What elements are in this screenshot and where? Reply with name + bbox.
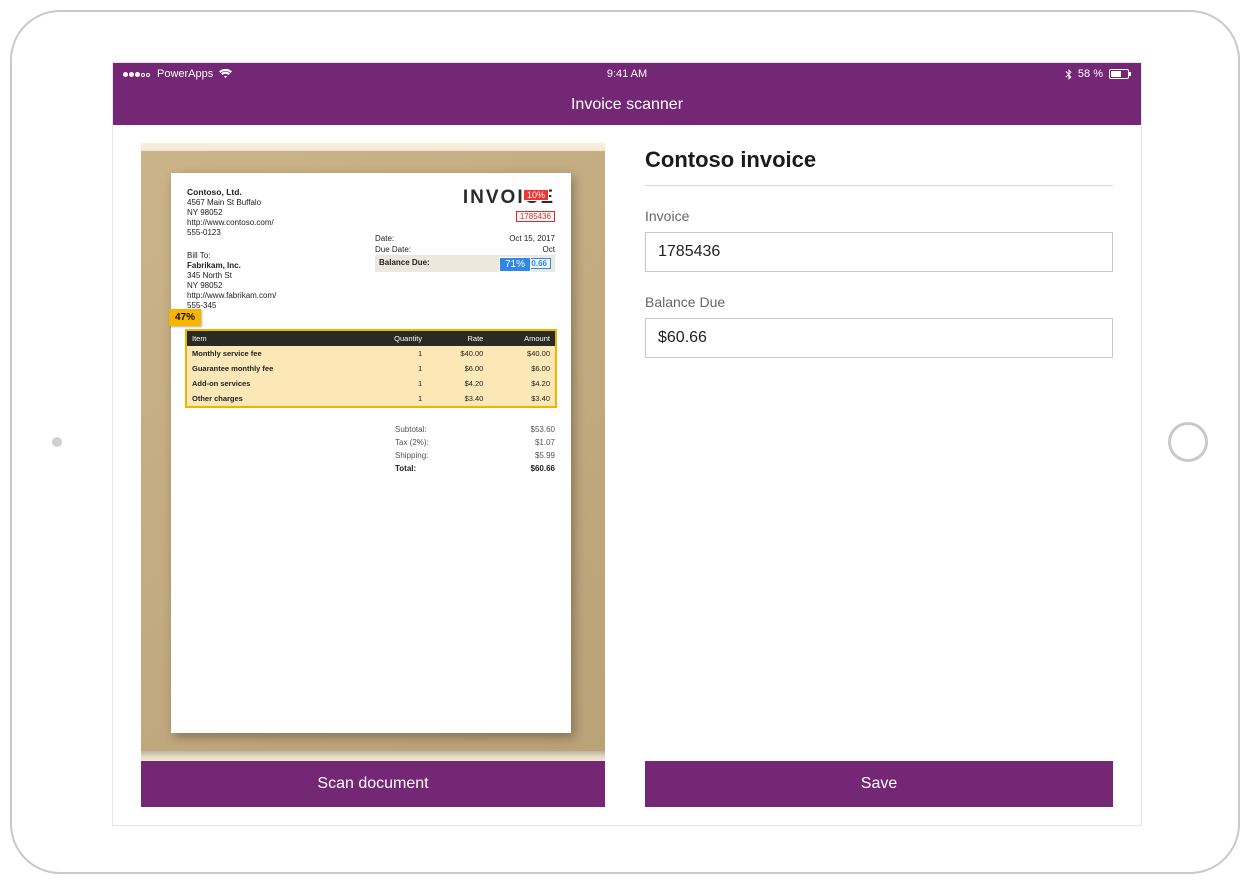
cell-rate: $4.20 [427, 376, 488, 391]
cell-item: Monthly service fee [187, 346, 357, 361]
sender-company: Contoso, Ltd. [187, 187, 242, 197]
table-row: Monthly service fee1$40.00$40.00 [187, 346, 555, 361]
battery-icon [1109, 69, 1131, 79]
table-row: Guarantee monthly fee1$6.00$6.00 [187, 361, 555, 376]
col-qty: Quantity [357, 331, 427, 346]
bluetooth-icon [1065, 69, 1072, 80]
line-items-table: Item Quantity Rate Amount Monthly servic… [185, 329, 557, 408]
battery-text: 58 % [1078, 68, 1103, 80]
total-value: $60.66 [531, 464, 555, 473]
total-label: Total: [395, 464, 416, 473]
cell-rate: $6.00 [427, 361, 488, 376]
subtotal-label: Subtotal: [395, 425, 427, 434]
status-time: 9:41 AM [607, 68, 647, 80]
tablet-left-dot [52, 437, 62, 447]
shipping-label: Shipping: [395, 451, 428, 460]
cell-amount: $6.00 [488, 361, 555, 376]
meta-balance-label: Balance Due: [379, 258, 430, 269]
meta-date-value: Oct 15, 2017 [509, 234, 555, 243]
cell-amount: $4.20 [488, 376, 555, 391]
invoice-field-input[interactable] [645, 232, 1113, 272]
cell-amount: $40.00 [488, 346, 555, 361]
carrier-label: PowerApps [157, 68, 213, 80]
tablet-home-button[interactable] [1168, 422, 1208, 462]
balance-field-label: Balance Due [645, 294, 1113, 310]
status-bar: PowerApps 9:41 AM 58 % [113, 63, 1141, 85]
billto-heading: Bill To: [187, 251, 210, 260]
cell-qty: 1 [357, 391, 427, 406]
scan-document-button[interactable]: Scan document [141, 761, 605, 807]
subtotal-value: $53.60 [531, 425, 555, 434]
col-rate: Rate [427, 331, 488, 346]
sender-phone: 555-0123 [187, 228, 221, 237]
billto-address2: NY 98052 [187, 281, 222, 290]
meta-date-label: Date: [375, 234, 394, 243]
app-title: Invoice scanner [571, 96, 683, 114]
cell-item: Guarantee monthly fee [187, 361, 357, 376]
invoice-number-box: 1785436 [516, 211, 555, 222]
invoice-paper: Contoso, Ltd. 4567 Main St Buffalo NY 98… [171, 173, 571, 733]
cell-rate: $3.40 [427, 391, 488, 406]
scan-preview-panel: Contoso, Ltd. 4567 Main St Buffalo NY 98… [113, 125, 627, 825]
cell-qty: 1 [357, 376, 427, 391]
cell-rate: $40.00 [427, 346, 488, 361]
table-row: Other charges1$3.40$3.40 [187, 391, 555, 406]
ocr-badge-table: 47% [169, 309, 201, 326]
cell-qty: 1 [357, 346, 427, 361]
wifi-icon [219, 69, 232, 79]
cell-qty: 1 [357, 361, 427, 376]
save-button[interactable]: Save [645, 761, 1113, 807]
cell-amount: $3.40 [488, 391, 555, 406]
tablet-frame: PowerApps 9:41 AM 58 % Invoice scanner [10, 10, 1240, 874]
billto-block: Bill To: Fabrikam, Inc. 345 North St NY … [187, 251, 276, 311]
tax-value: $1.07 [535, 438, 555, 447]
billto-address1: 345 North St [187, 271, 232, 280]
ocr-badge-duedate: 71% [499, 257, 531, 272]
balance-field-input[interactable] [645, 318, 1113, 358]
table-row: Add-on services1$4.20$4.20 [187, 376, 555, 391]
sender-address1: 4567 Main St Buffalo [187, 198, 261, 207]
billto-company: Fabrikam, Inc. [187, 261, 241, 270]
invoice-field-label: Invoice [645, 208, 1113, 224]
document-preview: Contoso, Ltd. 4567 Main St Buffalo NY 98… [141, 143, 605, 761]
tax-label: Tax (2%): [395, 438, 429, 447]
col-item: Item [187, 331, 357, 346]
totals-block: Subtotal: $53.60 Tax (2%): $1.07 Shipping:… [395, 423, 555, 475]
form-panel: Contoso invoice Invoice Balance Due Save [627, 125, 1141, 825]
billto-website: http://www.fabrikam.com/ [187, 291, 276, 300]
app-header: Invoice scanner [113, 85, 1141, 125]
app-screen: PowerApps 9:41 AM 58 % Invoice scanner [112, 62, 1142, 826]
form-heading: Contoso invoice [645, 147, 1113, 186]
sender-website: http://www.contoso.com/ [187, 218, 274, 227]
shipping-value: $5.99 [535, 451, 555, 460]
sender-address2: NY 98052 [187, 208, 222, 217]
signal-dots-icon [123, 68, 151, 80]
col-amount: Amount [488, 331, 555, 346]
meta-due-value: Oct [543, 245, 555, 254]
cell-item: Other charges [187, 391, 357, 406]
meta-due-label: Due Date: [375, 245, 411, 254]
cell-item: Add-on services [187, 376, 357, 391]
ocr-badge-title: 10% [523, 189, 549, 201]
